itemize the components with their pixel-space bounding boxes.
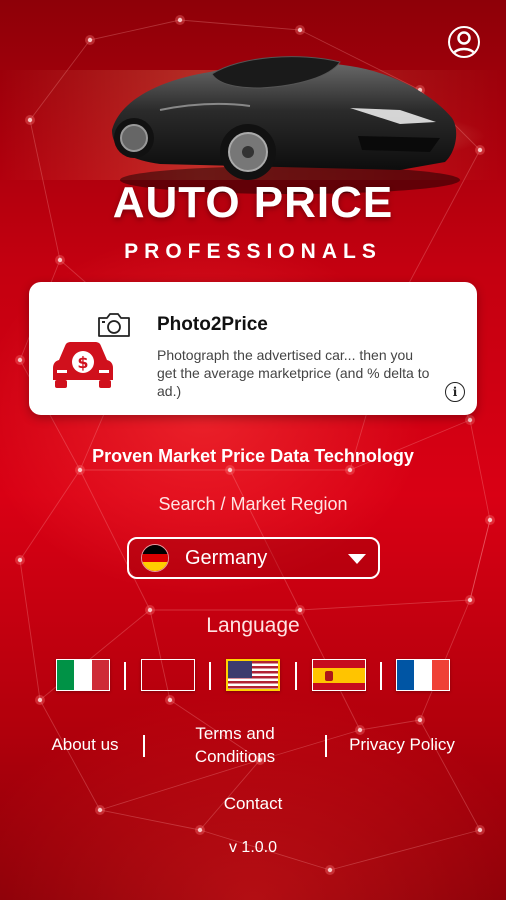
card-title: Photo2Price bbox=[157, 314, 268, 335]
app-title: AUTO PRICE bbox=[112, 178, 394, 227]
chevron-down-icon bbox=[348, 554, 366, 564]
photo2price-card[interactable]: $ Photo2Price Photograph the advertised … bbox=[29, 282, 477, 415]
usa-flag-icon[interactable] bbox=[226, 659, 280, 691]
region-label: Search / Market Region bbox=[158, 494, 348, 514]
flag-separator bbox=[380, 662, 382, 690]
sports-car-image bbox=[112, 56, 460, 194]
user-icon bbox=[451, 31, 477, 56]
footer-separator bbox=[143, 735, 145, 757]
camera-icon bbox=[98, 313, 130, 337]
spain-flag-icon[interactable] bbox=[312, 659, 366, 691]
flag-separator bbox=[124, 662, 126, 690]
svg-text:$: $ bbox=[77, 353, 88, 372]
terms-link[interactable]: Terms and Conditions bbox=[170, 722, 300, 768]
footer-separator bbox=[325, 735, 327, 757]
language-label: Language bbox=[206, 614, 300, 637]
info-icon[interactable]: i bbox=[445, 382, 465, 402]
card-description: Photograph the advertised car... then yo… bbox=[157, 347, 430, 399]
app-subtitle: PROFESSIONALS bbox=[124, 240, 382, 263]
contact-link[interactable]: Contact bbox=[0, 794, 506, 814]
flag-separator bbox=[295, 662, 297, 690]
germany-flag-icon[interactable] bbox=[141, 659, 195, 691]
flag-separator bbox=[209, 662, 211, 690]
terms-line-1: Terms and bbox=[195, 724, 275, 743]
tagline: Proven Market Price Data Technology bbox=[92, 446, 414, 466]
version-label: v 1.0.0 bbox=[228, 839, 278, 856]
terms-line-2: Conditions bbox=[194, 747, 276, 766]
privacy-policy-link[interactable]: Privacy Policy bbox=[342, 735, 462, 755]
germany-flag-icon bbox=[141, 544, 169, 572]
italy-flag-icon[interactable] bbox=[56, 659, 110, 691]
france-flag-icon[interactable] bbox=[396, 659, 450, 691]
about-us-link[interactable]: About us bbox=[40, 735, 130, 755]
region-dropdown[interactable]: Germany bbox=[127, 537, 380, 579]
language-flags bbox=[56, 659, 452, 693]
profile-button[interactable] bbox=[448, 26, 480, 58]
region-selected-value: Germany bbox=[185, 546, 268, 569]
car-price-icon: $ bbox=[53, 342, 113, 388]
